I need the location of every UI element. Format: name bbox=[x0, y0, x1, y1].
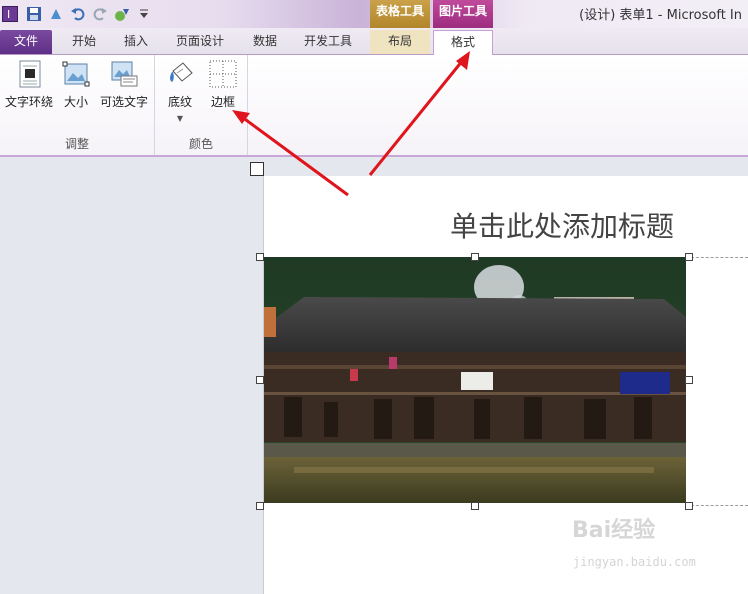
save-icon[interactable] bbox=[26, 6, 42, 22]
tab-home[interactable]: 开始 bbox=[58, 30, 110, 54]
undo-icon[interactable] bbox=[70, 6, 86, 22]
alt-text-icon bbox=[109, 59, 139, 89]
baidu-watermark-url: jingyan.baidu.com bbox=[573, 555, 696, 569]
tab-insert[interactable]: 插入 bbox=[110, 30, 162, 54]
border-button[interactable]: 边框 bbox=[205, 59, 241, 110]
ribbon: 文字环绕 大小 可选文字 调整 底纹 ▼ 边框 颜色 bbox=[0, 55, 748, 157]
resize-handle-bottom-right[interactable] bbox=[685, 502, 693, 510]
shading-dropdown-arrow-icon[interactable]: ▼ bbox=[161, 114, 199, 123]
tab-data[interactable]: 数据 bbox=[240, 30, 290, 54]
redo-icon[interactable] bbox=[92, 6, 108, 22]
tab-format[interactable]: 格式 bbox=[433, 30, 493, 56]
resize-handle-top-left[interactable] bbox=[256, 253, 264, 261]
village-picture[interactable] bbox=[264, 257, 686, 503]
resize-handle-right[interactable] bbox=[685, 376, 693, 384]
tab-layout[interactable]: 布局 bbox=[370, 30, 430, 54]
tab-page-design[interactable]: 页面设计 bbox=[165, 30, 235, 54]
ribbon-tab-row: 文件 开始 插入 页面设计 数据 开发工具 布局 格式 bbox=[0, 28, 748, 56]
size-label: 大小 bbox=[63, 95, 88, 109]
wrap-text-button[interactable]: 文字环绕 bbox=[4, 59, 54, 110]
border-grid-icon bbox=[208, 59, 238, 89]
group-adjust: 文字环绕 大小 可选文字 调整 bbox=[0, 55, 155, 155]
table-move-handle[interactable] bbox=[250, 162, 264, 176]
tab-file[interactable]: 文件 bbox=[0, 30, 52, 54]
table-cell-right[interactable] bbox=[686, 257, 748, 506]
resize-handle-top-right[interactable] bbox=[685, 253, 693, 261]
alt-text-label: 可选文字 bbox=[99, 95, 148, 109]
title-bar: I 表格工具 图片工具 (设计) 表单1 - Microsoft In bbox=[0, 0, 748, 28]
title-placeholder[interactable]: 单击此处添加标题 bbox=[450, 205, 674, 245]
paint-bucket-icon bbox=[165, 59, 195, 89]
group-color: 底纹 ▼ 边框 颜色 bbox=[155, 55, 248, 155]
size-button[interactable]: 大小 bbox=[58, 59, 94, 110]
tab-developer[interactable]: 开发工具 bbox=[295, 30, 361, 54]
context-group-picture-tools: 图片工具 bbox=[433, 0, 493, 28]
svg-text:I: I bbox=[7, 8, 10, 21]
context-group-table-tools: 表格工具 bbox=[370, 0, 430, 28]
customize-qat-icon[interactable] bbox=[136, 6, 152, 22]
size-icon bbox=[61, 59, 91, 89]
shading-label: 底纹 bbox=[167, 95, 192, 109]
window-title: (设计) 表单1 - Microsoft In bbox=[579, 8, 742, 23]
publish-icon[interactable] bbox=[48, 6, 64, 22]
resize-handle-bottom-left[interactable] bbox=[256, 502, 264, 510]
wrap-text-label: 文字环绕 bbox=[4, 95, 53, 109]
resize-handle-top[interactable] bbox=[471, 253, 479, 261]
border-label: 边框 bbox=[210, 95, 235, 109]
shading-button[interactable]: 底纹 ▼ bbox=[161, 59, 199, 123]
group-color-label: 颜色 bbox=[188, 137, 213, 151]
resize-handle-bottom[interactable] bbox=[471, 502, 479, 510]
wrap-text-icon bbox=[14, 59, 44, 89]
app-icon[interactable]: I bbox=[2, 6, 18, 22]
baidu-watermark: Bai经验 bbox=[572, 518, 656, 543]
group-adjust-label: 调整 bbox=[64, 137, 89, 151]
preview-icon[interactable] bbox=[114, 6, 130, 22]
resize-handle-left[interactable] bbox=[256, 376, 264, 384]
alt-text-button[interactable]: 可选文字 bbox=[97, 59, 151, 110]
